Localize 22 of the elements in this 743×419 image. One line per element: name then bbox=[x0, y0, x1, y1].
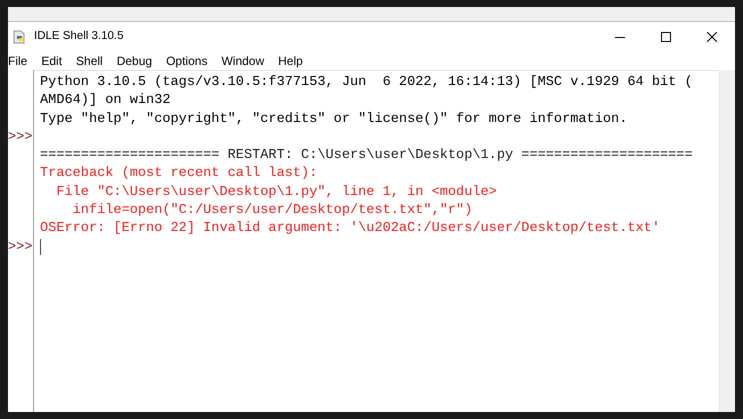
output-line: Python 3.10.5 (tags/v3.10.5:f377153, Jun 6 2022, 16:14:13) [MSC v.1929 64 bit ( bbox=[40, 75, 693, 90]
menu-item[interactable]: Shell bbox=[69, 52, 110, 70]
python-icon bbox=[12, 30, 26, 44]
error-line: infile=open("C:/Users/user/Desktop/test.txt","r") bbox=[72, 203, 472, 218]
output-line: Type "help", "copyright", "credits" or "license()" for more information. bbox=[40, 112, 628, 127]
close-icon bbox=[707, 32, 717, 42]
maximize-icon bbox=[661, 32, 671, 42]
menu-item[interactable]: Debug bbox=[110, 52, 160, 70]
window-title: IDLE Shell 3.10.5 bbox=[34, 29, 124, 44]
output-line: AMD64)] on win32 bbox=[40, 93, 171, 108]
menu-item[interactable]: Help bbox=[271, 52, 310, 70]
scrollbar[interactable] bbox=[719, 70, 735, 412]
menu-item[interactable]: Options bbox=[159, 52, 214, 70]
menu-item[interactable]: Window bbox=[214, 52, 272, 70]
error-line: OSError: [Errno 22] Invalid argument: '\u202aC:/Users/user/Desktop/test.txt' bbox=[40, 221, 660, 236]
prompt: >>> bbox=[8, 240, 32, 255]
menu-item[interactable]: File bbox=[8, 52, 34, 70]
error-line: Traceback (most recent call last): bbox=[40, 166, 318, 182]
prompt: >>> bbox=[8, 130, 32, 145]
output-line: ====================== RESTART: C:\Users\user\Desktop\1.py ===================== bbox=[40, 148, 693, 164]
error-line: File "C:\Users\user\Desktop\1.py", line 1, in <module> bbox=[55, 184, 497, 200]
menu-item[interactable]: Edit bbox=[34, 52, 70, 70]
